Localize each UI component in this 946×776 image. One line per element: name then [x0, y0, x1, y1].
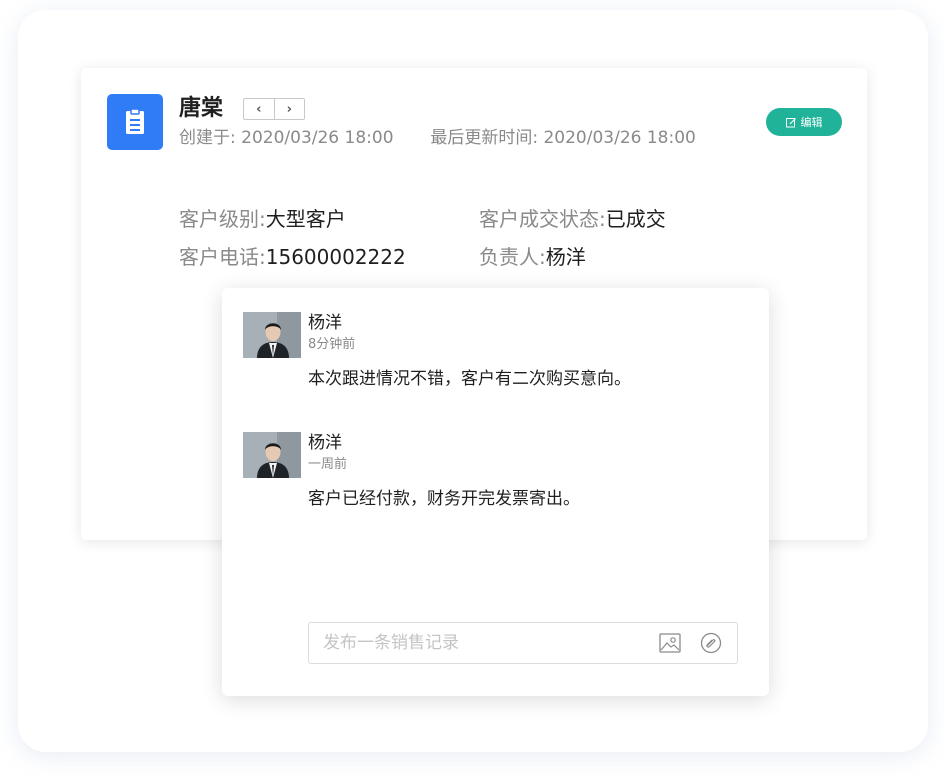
next-record-button[interactable]: › [273, 99, 305, 119]
field-deal-status: 客户成交状态:已成交 [479, 200, 666, 238]
phone-label: 客户电话: [179, 245, 266, 269]
record-nav: ‹ › [243, 98, 305, 120]
image-icon[interactable] [659, 632, 681, 654]
comments-panel: 杨洋 8分钟前 本次跟进情况不错，客户有二次购买意向。 杨洋 一周前 客户已经付… [222, 288, 769, 696]
field-owner: 负责人:杨洋 [479, 238, 586, 276]
field-level: 客户级别:大型客户 [179, 200, 346, 238]
comment-time: 一周前 [308, 457, 348, 472]
level-label: 客户级别: [179, 207, 266, 231]
deal-status-value: 已成交 [605, 207, 666, 231]
owner-label: 负责人: [479, 245, 546, 269]
created-date: 2020/03/26 18:00 [241, 128, 394, 148]
customer-name: 唐棠 [179, 96, 224, 121]
updated-label: 最后更新时间: [430, 128, 539, 148]
owner-value: 杨洋 [545, 245, 586, 269]
comment-time: 8分钟前 [308, 337, 356, 352]
created-label: 创建于: [179, 128, 236, 148]
comment-author: 杨洋 [308, 313, 342, 333]
level-value: 大型客户 [265, 207, 346, 231]
edit-icon [785, 117, 796, 127]
edit-label: 编辑 [800, 116, 823, 129]
comment-author: 杨洋 [308, 433, 342, 453]
post-input[interactable] [309, 623, 667, 663]
prev-record-button[interactable]: ‹ [244, 99, 274, 119]
post-composer [308, 622, 738, 664]
edit-button[interactable]: 编辑 [766, 108, 842, 136]
attachment-icon[interactable] [700, 632, 722, 654]
comment-text: 客户已经付款，财务开完发票寄出。 [308, 489, 580, 509]
updated-date: 2020/03/26 18:00 [543, 128, 696, 148]
record-meta: 创建于: 2020/03/26 18:00 最后更新时间: 2020/03/26… [179, 127, 696, 149]
phone-value: 15600002222 [265, 245, 406, 269]
avatar[interactable] [243, 312, 301, 358]
field-phone: 客户电话:15600002222 [179, 238, 406, 276]
avatar[interactable] [243, 432, 301, 478]
deal-status-label: 客户成交状态: [479, 207, 606, 231]
document-icon [107, 94, 163, 150]
comment-text: 本次跟进情况不错，客户有二次购买意向。 [308, 369, 631, 389]
